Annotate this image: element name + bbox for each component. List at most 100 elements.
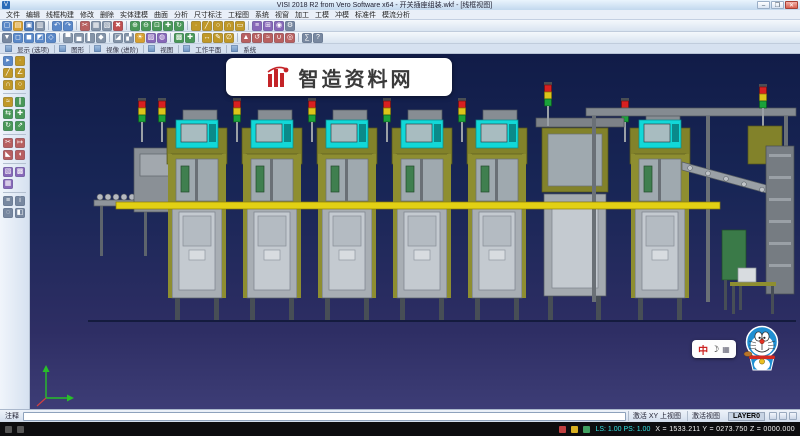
scale-tool-icon[interactable]: ⇗ xyxy=(15,121,25,131)
panel-tab-5[interactable]: 工作平面 xyxy=(194,44,222,54)
render-icon[interactable]: ◍ xyxy=(157,33,167,43)
panel-tab-3[interactable]: 视像 (进阶) xyxy=(105,44,139,54)
workplane-icon[interactable]: ▩ xyxy=(174,33,184,43)
select-filter-icon[interactable]: ▼ xyxy=(2,33,12,43)
menu-item-12[interactable]: 视窗 xyxy=(272,10,292,20)
menu-item-9[interactable]: 尺寸标注 xyxy=(191,10,225,20)
menu-item-3[interactable]: 线框构建 xyxy=(43,10,77,20)
menu-item-13[interactable]: 加工 xyxy=(292,10,312,20)
save-icon[interactable]: ▣ xyxy=(24,21,34,31)
line-icon[interactable]: ╱ xyxy=(202,21,212,31)
ok-icon[interactable] xyxy=(583,426,590,433)
perspective-view-icon[interactable]: ◇ xyxy=(46,33,56,43)
menu-item-4[interactable]: 修改 xyxy=(77,10,97,20)
analyze-icon[interactable]: ∑ xyxy=(302,33,312,43)
boolean-union-icon[interactable]: ∪ xyxy=(274,33,284,43)
menu-item-8[interactable]: 分析 xyxy=(171,10,191,20)
active-workplane[interactable]: 激活 XY 上视图 xyxy=(628,411,685,421)
viewport-3d-model[interactable] xyxy=(30,54,800,409)
circle-icon[interactable]: ○ xyxy=(213,21,223,31)
minimize-button[interactable]: – xyxy=(757,1,770,9)
wireframe-view-icon[interactable]: ◻ xyxy=(13,33,23,43)
annotate-icon[interactable]: ✎ xyxy=(213,33,223,43)
axis-toggle-icon[interactable]: ✚ xyxy=(185,33,195,43)
offset-tool-icon[interactable]: ∥ xyxy=(15,97,25,107)
pan-icon[interactable]: ✚ xyxy=(163,21,173,31)
panel-tab-6[interactable]: 系统 xyxy=(242,44,257,54)
revolve-icon[interactable]: ↺ xyxy=(252,33,262,43)
menu-item-6[interactable]: 实体建模 xyxy=(117,10,151,20)
menu-item-14[interactable]: 工模 xyxy=(312,10,332,20)
command-input[interactable] xyxy=(23,412,626,421)
rotate-tool-icon[interactable]: ↻ xyxy=(3,121,13,131)
redo-icon[interactable]: ↷ xyxy=(63,21,73,31)
circle-tool-icon[interactable]: ○ xyxy=(15,80,25,90)
mesh-tool-icon[interactable]: ▦ xyxy=(3,179,13,189)
top-view-icon[interactable]: ▀ xyxy=(63,33,73,43)
cut-icon[interactable]: ✂ xyxy=(80,21,90,31)
hide-show-icon[interactable]: ◌ xyxy=(3,208,13,218)
copy-icon[interactable]: ▦ xyxy=(91,21,101,31)
ime-mode-indicator[interactable]: 中 xyxy=(698,342,708,357)
fillet-tool-icon[interactable]: ◖ xyxy=(15,150,25,160)
point-icon[interactable]: · xyxy=(191,21,201,31)
zoom-fit-icon[interactable]: ⊡ xyxy=(152,21,162,31)
menu-item-16[interactable]: 标准件 xyxy=(352,10,379,20)
delete-icon[interactable]: ✖ xyxy=(113,21,123,31)
shell-icon[interactable]: ◎ xyxy=(285,33,295,43)
menu-item-11[interactable]: 系统 xyxy=(252,10,272,20)
panel-tab-2[interactable]: 图形 xyxy=(70,44,85,54)
dimension-icon[interactable]: ↔ xyxy=(202,33,212,43)
record-icon[interactable] xyxy=(559,426,566,433)
material-icon[interactable]: ▨ xyxy=(146,33,156,43)
solid-tool-icon[interactable]: ▩ xyxy=(15,167,25,177)
status-icon[interactable] xyxy=(17,426,24,433)
layer-manager-icon[interactable]: ≡ xyxy=(3,196,13,206)
keyboard-icon[interactable]: ▦ xyxy=(722,345,730,354)
panel-icon[interactable] xyxy=(231,45,238,52)
panel-icon[interactable] xyxy=(59,45,66,52)
shaded-view-icon[interactable]: ◼ xyxy=(24,33,34,43)
move-tool-icon[interactable]: ✚ xyxy=(15,109,25,119)
hidden-line-view-icon[interactable]: ◩ xyxy=(35,33,45,43)
front-view-icon[interactable]: ▄ xyxy=(74,33,84,43)
open-folder-icon[interactable]: ▤ xyxy=(13,21,23,31)
menu-item-10[interactable]: 工程图 xyxy=(225,10,252,20)
status-icon[interactable] xyxy=(5,426,12,433)
warning-icon[interactable] xyxy=(571,426,578,433)
viewport[interactable]: 智造资料网 中 ☽ ▦ xyxy=(30,54,800,409)
menu-item-15[interactable]: 冲模 xyxy=(332,10,352,20)
menu-item-1[interactable]: 文件 xyxy=(3,10,23,20)
rectangle-icon[interactable]: ▭ xyxy=(235,21,245,31)
new-file-icon[interactable]: ▢ xyxy=(2,21,12,31)
ortho-toggle-icon[interactable] xyxy=(789,412,797,420)
menu-item-2[interactable]: 编辑 xyxy=(23,10,43,20)
snap-icon[interactable]: ◉ xyxy=(274,21,284,31)
arc-icon[interactable]: ∩ xyxy=(224,21,234,31)
extrude-icon[interactable]: ▲ xyxy=(241,33,251,43)
ime-toolbar[interactable]: 中 ☽ ▦ xyxy=(692,340,736,358)
layer-indicator[interactable]: LAYER0 xyxy=(728,412,765,421)
trim-tool-icon[interactable]: ✂ xyxy=(3,138,13,148)
close-button[interactable]: ✕ xyxy=(785,1,798,9)
panel-icon[interactable] xyxy=(148,45,155,52)
point-tool-icon[interactable]: · xyxy=(15,56,25,66)
settings-icon[interactable]: ⚙ xyxy=(285,21,295,31)
zoom-in-icon[interactable]: ⊕ xyxy=(130,21,140,31)
sweep-icon[interactable]: ≈ xyxy=(263,33,273,43)
surface-tool-icon[interactable]: ▧ xyxy=(3,167,13,177)
maximize-button[interactable]: ❐ xyxy=(771,1,784,9)
panel-tab-1[interactable]: 显示 (选项) xyxy=(16,44,50,54)
grid-icon[interactable]: ⊞ xyxy=(263,21,273,31)
properties-icon[interactable]: i xyxy=(15,196,25,206)
menu-item-5[interactable]: 删除 xyxy=(97,10,117,20)
clip-plane-icon[interactable]: ▞ xyxy=(124,33,134,43)
section-view-icon[interactable]: ◪ xyxy=(113,33,123,43)
select-tool-icon[interactable]: ▸ xyxy=(3,56,13,66)
help-icon[interactable]: ? xyxy=(313,33,323,43)
grid-toggle-icon[interactable] xyxy=(779,412,787,420)
moon-icon[interactable]: ☽ xyxy=(711,344,719,355)
print-icon[interactable]: ▥ xyxy=(35,21,45,31)
layers-icon[interactable]: ≡ xyxy=(252,21,262,31)
panel-icon[interactable] xyxy=(5,45,12,52)
